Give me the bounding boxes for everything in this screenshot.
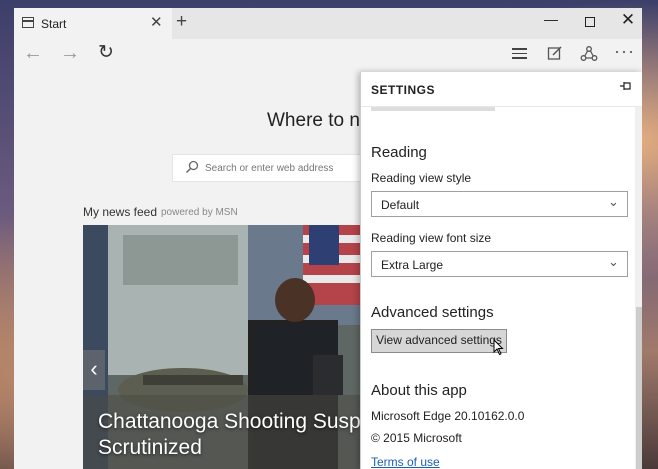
news-headline[interactable]: Chattanooga Shooting Susp Scrutinized [98, 409, 373, 461]
reading-view-style-value: Default [381, 198, 420, 212]
minimize-button[interactable]: — [541, 11, 561, 27]
refresh-icon[interactable]: ↻ [98, 41, 114, 64]
news-feed-title: My news feed [83, 205, 158, 219]
settings-scrollbar[interactable] [635, 107, 642, 469]
reading-view-font-size-select[interactable]: Extra Large ⌄ [371, 251, 628, 277]
tab-page-icon [22, 17, 34, 28]
title-bar: Start ✕ + — ✕ [14, 8, 642, 39]
maximize-button[interactable] [580, 13, 600, 30]
terms-of-use-link[interactable]: Terms of use [371, 455, 440, 469]
news-previous-button[interactable]: ‹ [83, 350, 105, 390]
news-card[interactable]: ‹ Chattanooga Shooting Susp Scrutinized [83, 225, 373, 469]
search-icon [185, 160, 199, 177]
web-note-icon[interactable] [546, 45, 564, 63]
more-icon[interactable]: ··· [614, 41, 634, 61]
view-advanced-settings-button[interactable]: View advanced settings [371, 329, 507, 353]
settings-panel: SETTINGS Reading Reading view style Defa… [360, 72, 642, 469]
mouse-cursor-icon [493, 339, 504, 356]
app-version: Microsoft Edge 20.10162.0.0 [371, 409, 525, 423]
maximize-icon [585, 17, 595, 27]
chevron-down-icon: ⌄ [608, 254, 619, 269]
settings-title: SETTINGS [371, 83, 436, 97]
pin-icon[interactable] [619, 80, 633, 95]
tab-close-button[interactable]: ✕ [150, 13, 163, 31]
forward-arrow-icon[interactable]: → [60, 42, 80, 65]
reading-view-font-size-value: Extra Large [381, 258, 444, 272]
reading-view-style-select[interactable]: Default ⌄ [371, 191, 628, 217]
hub-icon[interactable] [511, 45, 529, 63]
edge-browser-window: Start ✕ + — ✕ ← → ↻ ··· Where to n Searc… [14, 8, 642, 469]
new-tab-button[interactable]: + [176, 11, 187, 33]
scrollbar-thumb[interactable] [636, 307, 642, 469]
about-heading: About this app [371, 382, 467, 399]
divider [371, 107, 495, 111]
advanced-settings-heading: Advanced settings [371, 304, 494, 321]
share-icon[interactable] [580, 45, 598, 63]
navigation-toolbar: ← → ↻ ··· [14, 39, 642, 70]
page-heading: Where to n [267, 110, 360, 131]
back-arrow-icon[interactable]: ← [23, 42, 43, 65]
search-placeholder: Search or enter web address [205, 163, 334, 174]
reading-view-style-label: Reading view style [371, 171, 472, 185]
reading-heading: Reading [371, 144, 427, 161]
tab-title: Start [41, 17, 67, 31]
search-input[interactable]: Search or enter web address [172, 154, 382, 182]
news-feed-source: powered by MSN [161, 207, 238, 218]
tab-start[interactable]: Start ✕ [14, 8, 172, 39]
reading-view-font-size-label: Reading view font size [371, 231, 492, 245]
chevron-down-icon: ⌄ [608, 194, 619, 209]
close-window-button[interactable]: ✕ [618, 10, 638, 30]
copyright-text: © 2015 Microsoft [371, 431, 462, 445]
